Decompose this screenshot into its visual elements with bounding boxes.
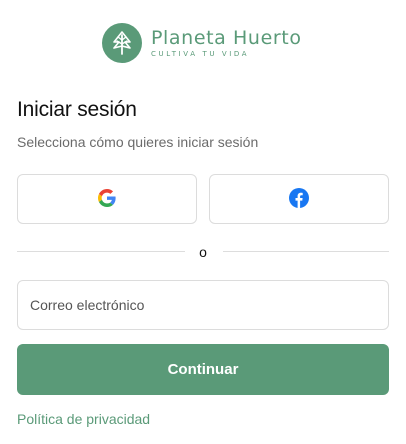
divider-line-left xyxy=(17,251,185,252)
brand-tagline: CULTIVA TU VIDA xyxy=(151,50,250,58)
brand-logo: Planeta Huerto CULTIVA TU VIDA xyxy=(102,23,302,63)
facebook-login-button[interactable] xyxy=(209,174,389,224)
login-page: Planeta Huerto CULTIVA TU VIDA Iniciar s… xyxy=(0,0,406,444)
brand-text: Planeta Huerto CULTIVA TU VIDA xyxy=(151,28,302,58)
or-divider: o xyxy=(17,243,389,261)
page-title: Iniciar sesión xyxy=(17,98,137,121)
page-subtitle: Selecciona cómo quieres iniciar sesión xyxy=(17,134,259,150)
email-input[interactable] xyxy=(17,280,389,330)
continue-button[interactable]: Continuar xyxy=(17,344,389,395)
privacy-policy-link[interactable]: Política de privacidad xyxy=(17,411,150,427)
facebook-icon xyxy=(289,187,309,211)
leaf-icon xyxy=(102,23,142,63)
brand-name: Planeta Huerto xyxy=(151,27,302,49)
google-login-button[interactable] xyxy=(17,174,197,224)
google-icon xyxy=(98,188,116,210)
divider-line-right xyxy=(223,251,389,252)
divider-text: o xyxy=(199,244,207,260)
